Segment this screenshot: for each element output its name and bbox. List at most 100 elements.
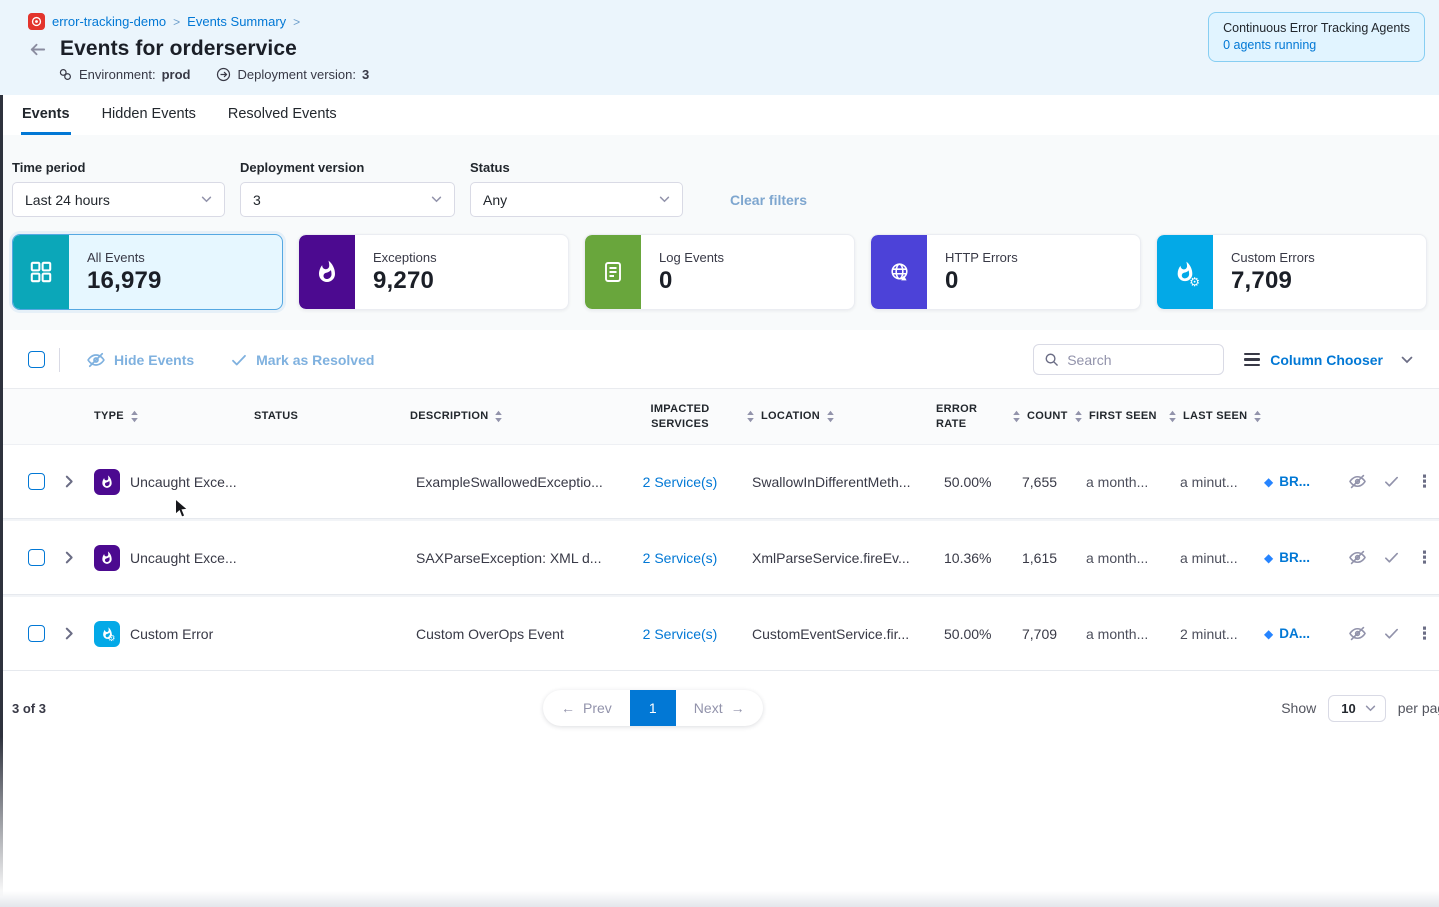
row-expand-chevron[interactable] <box>52 551 86 564</box>
hamburger-icon <box>1244 353 1260 366</box>
select-all-checkbox[interactable] <box>28 351 45 368</box>
environment-label: Environment: <box>79 67 156 82</box>
sort-icon[interactable] <box>494 410 503 423</box>
stat-card-label: HTTP Errors <box>945 250 1018 265</box>
stat-card-exceptions[interactable]: ⚙ Exceptions 9,270 <box>298 234 569 310</box>
flame-icon <box>100 551 114 565</box>
count-value: 7,655 <box>1004 474 1066 490</box>
impacted-services-link[interactable]: 2 Service(s) <box>622 550 738 566</box>
column-header-last-seen[interactable]: LAST SEEN <box>1160 409 1250 423</box>
resolve-event-icon[interactable] <box>1383 549 1400 566</box>
hide-event-icon[interactable] <box>1348 624 1367 643</box>
row-menu-icon[interactable]: ⋮ <box>1416 549 1433 566</box>
agents-panel-title: Continuous Error Tracking Agents <box>1223 21 1410 35</box>
tab-resolved-events[interactable]: Resolved Events <box>227 95 338 135</box>
column-header-label: TYPE <box>94 409 124 423</box>
table-row[interactable]: ⚙ Uncaught Exce... ExampleSwallowedExcep… <box>0 445 1439 519</box>
tab-hidden-events[interactable]: Hidden Events <box>101 95 197 135</box>
time-period-select[interactable]: Last 24 hours <box>12 182 225 217</box>
column-header-description[interactable]: DESCRIPTION <box>402 409 622 423</box>
agents-running-link[interactable]: 0 agents running <box>1223 38 1410 52</box>
time-period-label: Time period <box>12 160 225 175</box>
count-value: 7,709 <box>1004 626 1066 642</box>
row-expand-chevron[interactable] <box>52 627 86 640</box>
next-page-button[interactable]: Next → <box>676 690 763 726</box>
row-menu-icon[interactable]: ⋮ <box>1416 473 1433 490</box>
mark-resolved-button[interactable]: Mark as Resolved <box>230 351 374 369</box>
prev-page-button[interactable]: ← Prev <box>543 690 630 726</box>
column-chooser-button[interactable]: Column Chooser <box>1244 352 1413 368</box>
hide-event-icon[interactable] <box>1348 548 1367 567</box>
row-checkbox[interactable] <box>28 549 45 566</box>
sort-icon[interactable] <box>1012 410 1021 423</box>
search-box[interactable] <box>1033 344 1224 375</box>
column-header-error-rate[interactable]: ERROR RATE <box>928 402 1004 431</box>
current-page-button[interactable]: 1 <box>630 690 676 726</box>
environment-icon <box>58 67 73 82</box>
table-row[interactable]: ⚙ Custom Error Custom OverOps Event 2 Se… <box>0 597 1439 671</box>
error-tracking-events-page: error-tracking-demo > Events Summary > E… <box>0 0 1439 907</box>
tab-events[interactable]: Events <box>21 95 71 135</box>
sort-icon[interactable] <box>1253 410 1262 423</box>
column-header-count[interactable]: COUNT <box>1004 409 1066 423</box>
stat-card-http-errors[interactable]: ⚙ HTTP Errors 0 <box>870 234 1141 310</box>
ticket-label: DA... <box>1279 626 1310 641</box>
sort-icon[interactable] <box>130 410 139 423</box>
error-rate-value: 10.36% <box>928 550 1004 566</box>
breadcrumb-link-events-summary[interactable]: Events Summary <box>187 14 286 29</box>
stat-card-value: 0 <box>945 267 1018 295</box>
deployment-version-select[interactable]: 3 <box>240 182 455 217</box>
row-checkbox[interactable] <box>28 473 45 490</box>
column-header-impacted-services[interactable]: IMPACTED SERVICES <box>622 402 738 431</box>
deployment-label: Deployment version: <box>237 67 356 82</box>
event-type-icon: ⚙ <box>94 469 120 495</box>
clear-filters-button[interactable]: Clear filters <box>730 192 807 208</box>
column-header-type[interactable]: TYPE <box>86 409 246 423</box>
back-arrow-icon[interactable] <box>28 40 47 59</box>
event-description: SAXParseException: XML d... <box>402 550 622 566</box>
jira-ticket-link[interactable]: ◆ DA... <box>1250 626 1334 641</box>
stat-card-label: Custom Errors <box>1231 250 1315 265</box>
hide-events-button[interactable]: Hide Events <box>86 350 194 370</box>
impacted-services-link[interactable]: 2 Service(s) <box>622 474 738 490</box>
page-size-select[interactable]: 10 <box>1328 695 1385 722</box>
row-menu-icon[interactable]: ⋮ <box>1416 625 1433 642</box>
column-header-first-seen[interactable]: FIRST SEEN <box>1066 409 1160 423</box>
resolve-event-icon[interactable] <box>1383 625 1400 642</box>
stat-card-all-events[interactable]: ⚙ All Events 16,979 <box>12 234 283 310</box>
column-header-location[interactable]: LOCATION <box>738 409 928 423</box>
hide-event-icon[interactable] <box>1348 472 1367 491</box>
sort-icon[interactable] <box>1168 410 1177 423</box>
jira-icon: ◆ <box>1264 552 1273 564</box>
table-footer: 3 of 3 ← Prev 1 Next → Show 10 per page <box>0 689 1439 727</box>
page-header: error-tracking-demo > Events Summary > E… <box>0 0 1439 95</box>
impacted-services-link[interactable]: 2 Service(s) <box>622 626 738 642</box>
flame-icon <box>315 260 339 284</box>
table-row[interactable]: ⚙ Uncaught Exce... SAXParseException: XM… <box>0 521 1439 595</box>
page-size-value: 10 <box>1341 701 1355 716</box>
search-input[interactable] <box>1067 352 1213 368</box>
breadcrumb-link-project[interactable]: error-tracking-demo <box>52 14 166 29</box>
jira-ticket-link[interactable]: ◆ BR... <box>1250 474 1334 489</box>
status-select[interactable]: Any <box>470 182 683 217</box>
sort-icon[interactable] <box>746 410 755 423</box>
row-expand-chevron[interactable] <box>52 475 86 488</box>
jira-icon: ◆ <box>1264 476 1273 488</box>
agents-panel: Continuous Error Tracking Agents 0 agent… <box>1208 12 1425 62</box>
row-checkbox[interactable] <box>28 625 45 642</box>
sort-icon[interactable] <box>1074 410 1083 423</box>
column-header-status[interactable]: STATUS <box>246 409 402 423</box>
arrow-left-icon: ← <box>561 700 575 716</box>
table-header-row: TYPE STATUSDESCRIPTIONIMPACTED SERVICES LO… <box>0 389 1439 445</box>
stat-card-custom-errors[interactable]: ⚙ Custom Errors 7,709 <box>1156 234 1427 310</box>
status-value: Any <box>483 192 507 208</box>
per-page-label: per page <box>1398 700 1439 716</box>
column-header-label: LOCATION <box>761 409 820 423</box>
first-seen-value: a month... <box>1066 626 1160 642</box>
jira-ticket-link[interactable]: ◆ BR... <box>1250 550 1334 565</box>
stat-card-label: Exceptions <box>373 250 437 265</box>
sort-icon[interactable] <box>826 410 835 423</box>
stat-card-log-events[interactable]: ⚙ Log Events 0 <box>584 234 855 310</box>
next-label: Next <box>694 700 723 716</box>
resolve-event-icon[interactable] <box>1383 473 1400 490</box>
